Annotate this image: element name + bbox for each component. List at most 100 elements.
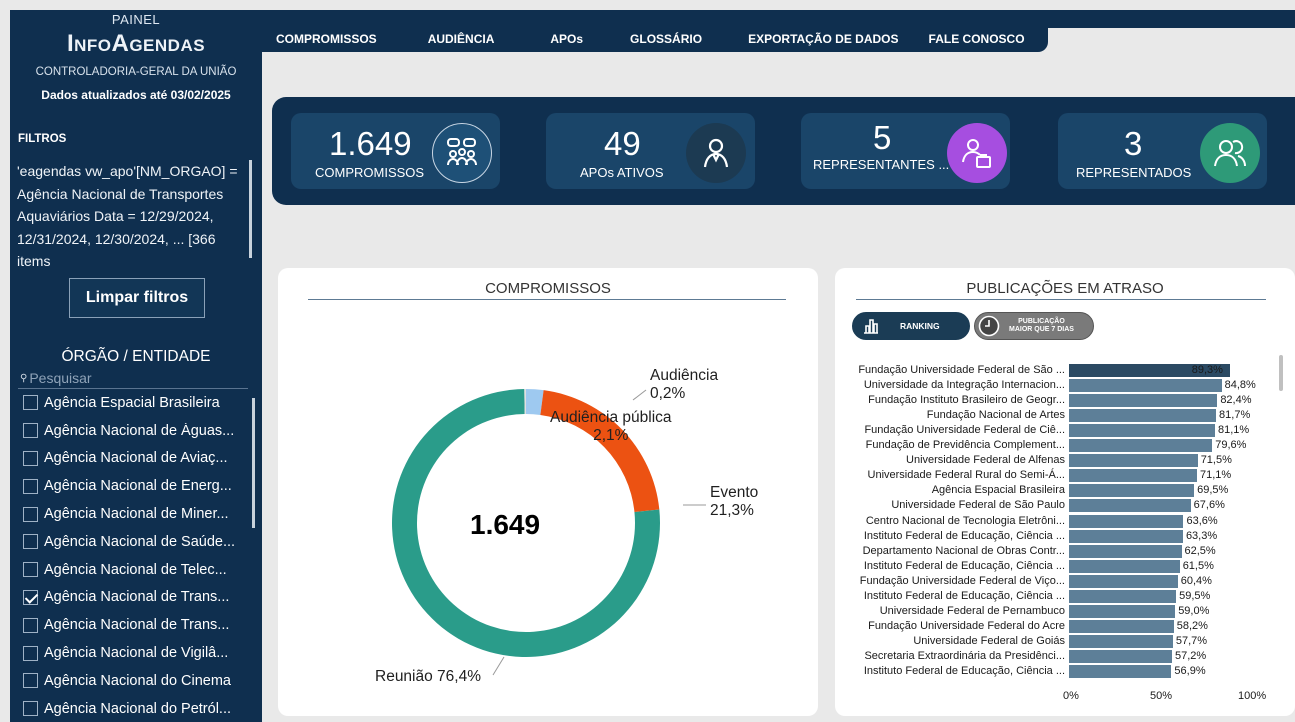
org-search-input[interactable]: ⚲ Pesquisar — [20, 369, 250, 387]
tab-glossario[interactable]: GLOSSÁRIO — [630, 32, 702, 50]
bar-row[interactable]: Universidade Federal de Goiás 57,7% — [835, 634, 1295, 649]
card-title: PUBLICAÇÕES EM ATRASO — [966, 280, 1164, 297]
tab-audiencia[interactable]: AUDIÊNCIA — [428, 32, 495, 50]
org-checkbox[interactable] — [23, 423, 38, 439]
ranking-toggle[interactable]: RANKING — [852, 312, 970, 340]
org-list-item[interactable]: Agência Nacional de Vigilâ... — [18, 639, 248, 667]
bar-value-label: 63,6% — [1186, 514, 1218, 527]
x-tick-0: 0% — [1063, 690, 1079, 702]
bar-row[interactable]: Instituto Federal de Educação, Ciência .… — [835, 589, 1295, 604]
filters-label: FILTROS — [18, 133, 67, 145]
bar[interactable] — [1069, 574, 1178, 588]
bar-row[interactable]: Secretaria Extraordinária da Presidênci.… — [835, 649, 1295, 664]
bar[interactable] — [1069, 604, 1176, 618]
org-list-item[interactable]: Agência Nacional de Aviaç... — [18, 445, 248, 473]
bar[interactable] — [1069, 394, 1218, 408]
org-list-scrollbar[interactable] — [252, 398, 255, 528]
clear-filters-button[interactable]: Limpar filtros — [69, 278, 205, 318]
bar-row[interactable]: Fundação de Previdência Complement... 79,… — [835, 438, 1295, 453]
bar-value-label: 82,4% — [1220, 394, 1252, 407]
org-checkbox[interactable] — [23, 395, 38, 411]
bar-row[interactable]: Instituto Federal de Educação, Ciência .… — [835, 529, 1295, 544]
bar[interactable] — [1069, 544, 1182, 558]
kpi-apos: 49 APOs ATIVOS — [546, 113, 755, 189]
bar-row[interactable]: Departamento Nacional de Obras Contr... 6… — [835, 544, 1295, 559]
filters-scrollbar[interactable] — [249, 160, 252, 258]
tab-apos[interactable]: APOs — [550, 32, 583, 50]
bar-row[interactable]: Fundação Universidade Federal de Viço...… — [835, 574, 1295, 589]
sidebar: PAINEL InfoAgendas CONTROLADORIA-GERAL D… — [10, 10, 262, 722]
bar[interactable] — [1069, 484, 1195, 498]
bar[interactable] — [1069, 379, 1222, 393]
bar-row[interactable]: Instituto Federal de Educação, Ciência .… — [835, 559, 1295, 574]
bar[interactable] — [1069, 559, 1180, 573]
org-list-item[interactable]: Agência Nacional de Saúde... — [18, 528, 248, 556]
bar-row[interactable]: Universidade Federal de São Paulo 67,6% — [835, 498, 1295, 513]
x-tick-50: 50% — [1150, 690, 1173, 702]
org-list-item[interactable]: Agência Nacional do Petról... — [18, 695, 248, 722]
org-list-item[interactable]: Agência Nacional de Trans... — [18, 611, 248, 639]
bar-value-label: 79,6% — [1215, 439, 1247, 452]
bar[interactable] — [1069, 499, 1191, 513]
org-list: Agência Espacial Brasileira Agência Nacio… — [18, 388, 248, 722]
active-filters-text: 'eagendas vw_apo'[NM_ORGAO] = Agência Na… — [17, 163, 238, 269]
kpi-representados: 3 REPRESENTADOS — [1058, 113, 1267, 189]
org-checkbox[interactable] — [23, 478, 38, 494]
org-list-item[interactable]: Agência Espacial Brasileira — [18, 389, 248, 417]
bar-row[interactable]: Fundação Instituto Brasileiro de Geogr..… — [835, 393, 1295, 408]
bar[interactable] — [1069, 665, 1172, 678]
org-checkbox[interactable] — [23, 673, 38, 689]
bar-value-label: 60,4% — [1180, 574, 1212, 587]
org-item-label: Agência Nacional do Cinema — [44, 672, 231, 689]
bar[interactable] — [1069, 454, 1198, 468]
tab-exportacao[interactable]: EXPORTAÇÃO DE DADOS — [748, 32, 898, 50]
org-checkbox[interactable] — [23, 562, 38, 578]
bar[interactable] — [1069, 439, 1213, 453]
bar[interactable] — [1069, 619, 1174, 633]
bar-category-label: Fundação de Previdência Complement... — [865, 439, 1065, 452]
org-checkbox[interactable] — [23, 506, 38, 522]
tab-compromissos[interactable]: COMPROMISSOS — [276, 32, 377, 50]
bar-row[interactable]: Agência Espacial Brasileira 69,5% — [835, 483, 1295, 498]
bar-row[interactable]: Fundação Nacional de Artes 81,7% — [835, 408, 1295, 423]
bar[interactable] — [1069, 409, 1217, 423]
org-checkbox[interactable] — [23, 645, 38, 661]
label-audiencia: Audiência 0,2% — [650, 367, 718, 403]
bar-row[interactable]: Fundação Universidade Federal do Acre 58,… — [835, 619, 1295, 634]
bar-category-label: Instituto Federal de Educação, Ciência .… — [863, 559, 1065, 572]
kpi-label: REPRESENTANTES ... — [813, 157, 950, 172]
bar-row[interactable]: Universidade Federal de Alfenas 71,5% — [835, 453, 1295, 468]
bar-row[interactable]: Instituto Federal de Educação, Ciência .… — [835, 664, 1295, 679]
bar[interactable] — [1069, 514, 1184, 528]
bar[interactable] — [1069, 424, 1215, 438]
bar-row[interactable]: Universidade Federal Rural do Semi-Á... 7… — [835, 468, 1295, 483]
org-list-item[interactable]: Agência Nacional do Cinema — [18, 667, 248, 695]
publicacao-toggle[interactable]: PUBLICAÇÃO MAIOR QUE 7 DIAS — [974, 312, 1094, 340]
org-checkbox[interactable] — [23, 450, 38, 466]
bar-row[interactable]: Fundação Universidade Federal de Ciê... 8… — [835, 423, 1295, 438]
org-list-item[interactable]: Agência Nacional de Miner... — [18, 500, 248, 528]
ranking-scrollbar[interactable] — [1279, 355, 1283, 391]
org-list-item[interactable]: Agência Nacional de Águas... — [18, 417, 248, 445]
bar-category-label: Instituto Federal de Educação, Ciência .… — [863, 529, 1065, 542]
bar[interactable] — [1069, 589, 1177, 603]
org-checkbox[interactable] — [23, 617, 38, 633]
org-list-item[interactable]: Agência Nacional de Telec... — [18, 556, 248, 584]
org-list-item[interactable]: Agência Nacional de Trans... — [18, 584, 248, 612]
org-list-item[interactable]: Agência Nacional de Energ... — [18, 472, 248, 500]
bar-row[interactable]: Universidade Federal de Pernambuco 59,0% — [835, 604, 1295, 619]
bar-row[interactable]: Universidade da Integração Internacion..… — [835, 378, 1295, 393]
bar[interactable] — [1069, 469, 1197, 483]
org-checkbox[interactable] — [23, 589, 38, 605]
nav-items: COMPROMISSOS AUDIÊNCIA APOs GLOSSÁRIO EX… — [262, 32, 1025, 50]
brand-logo[interactable]: InfoAgendas — [10, 30, 262, 58]
org-checkbox[interactable] — [23, 534, 38, 550]
dashboard: PAINEL InfoAgendas CONTROLADORIA-GERAL D… — [0, 0, 1295, 722]
org-checkbox[interactable] — [23, 701, 38, 717]
bar-row[interactable]: Centro Nacional de Tecnologia Eletrôni..… — [835, 514, 1295, 529]
tab-fale-conosco[interactable]: FALE CONOSCO — [929, 32, 1025, 50]
bar[interactable] — [1069, 529, 1183, 543]
bar[interactable] — [1069, 649, 1172, 663]
bar-row[interactable]: Fundação Universidade Federal de São ...… — [835, 363, 1295, 378]
bar[interactable] — [1069, 634, 1173, 648]
